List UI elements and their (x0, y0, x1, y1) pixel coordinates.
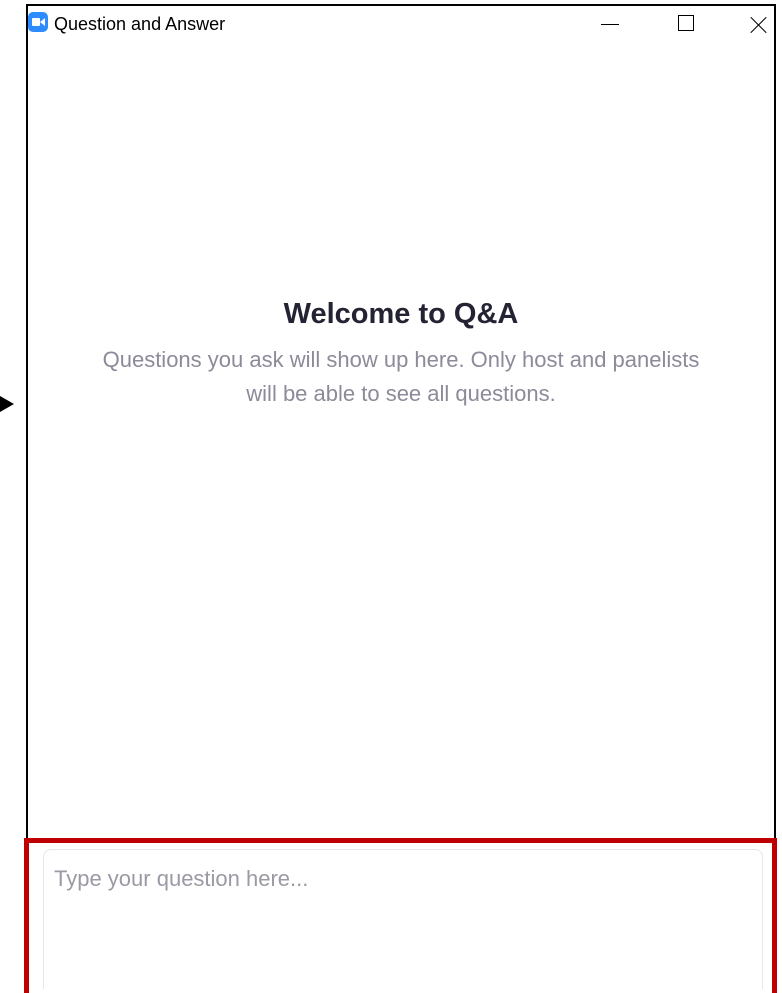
title-bar[interactable]: Question and Answer (28, 6, 774, 42)
window-title: Question and Answer (54, 14, 226, 34)
welcome-description: Questions you ask will show up here. Onl… (102, 347, 700, 406)
question-input-highlight (24, 838, 777, 993)
close-icon (748, 14, 770, 36)
welcome-title: Welcome to Q&A (283, 298, 519, 330)
pointer-arrow-icon (0, 396, 14, 412)
maximize-icon (678, 15, 694, 31)
welcome-message: Welcome to Q&A Questions you ask will sh… (28, 298, 774, 411)
close-button[interactable] (738, 6, 782, 42)
minimize-icon (601, 24, 619, 25)
page: Question and Answer Welcome to Q&A Quest… (0, 0, 782, 993)
minimize-button[interactable] (588, 6, 634, 42)
zoom-camera-icon (28, 12, 48, 32)
question-input[interactable] (43, 849, 763, 989)
maximize-button[interactable] (668, 6, 714, 42)
